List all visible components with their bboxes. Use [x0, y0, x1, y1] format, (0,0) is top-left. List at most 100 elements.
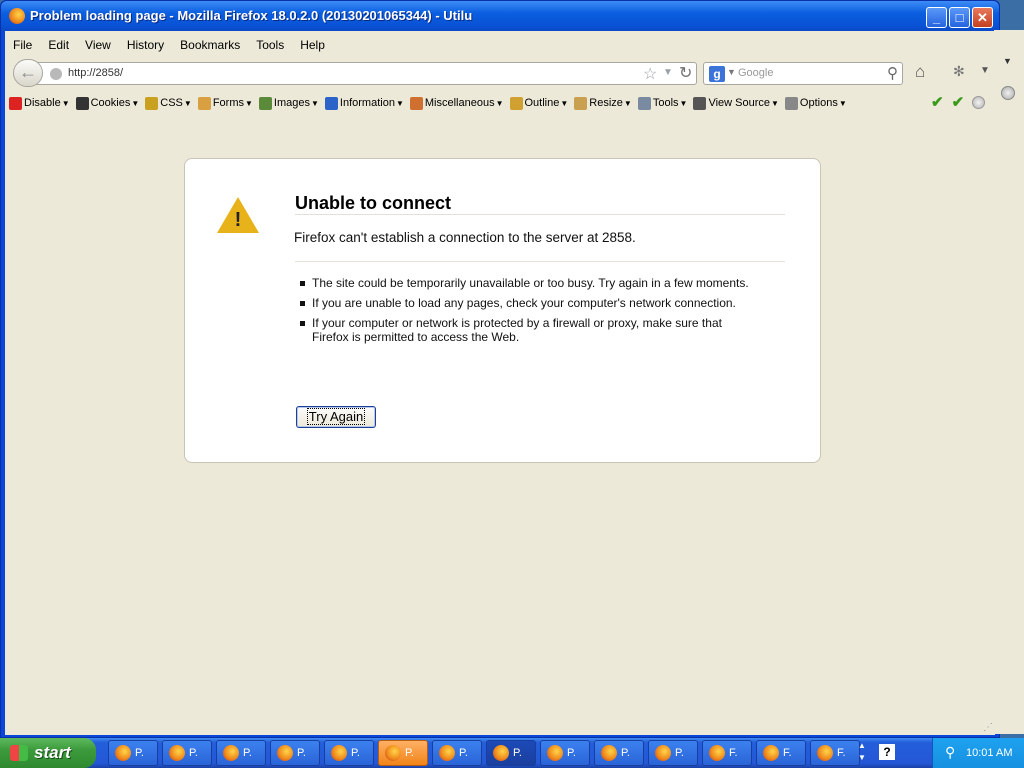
addon-icon[interactable]: ✻	[953, 63, 965, 80]
taskbar-buttons: P. P. P. P. P. P. P. P. P. P. P. F. F. F.	[108, 740, 864, 766]
menu-file[interactable]: File	[5, 35, 40, 55]
taskbar-button[interactable]: P.	[378, 740, 428, 766]
devbar-item-view-source[interactable]: View Source ▼	[693, 96, 779, 110]
try-again-button[interactable]: Try Again	[296, 406, 376, 428]
web-developer-toolbar: Disable ▼ Cookies ▼ CSS ▼ Forms ▼ Images ▼ Informa…	[9, 93, 853, 113]
search-icon[interactable]: ⚲	[887, 64, 898, 82]
url-bar[interactable]: http://2858/ ☆ ▼ ↻	[35, 62, 697, 85]
menu-edit[interactable]: Edit	[40, 35, 77, 55]
vertical-scrollbar[interactable]: ▼	[994, 30, 1024, 734]
taskbar-button-label: P.	[297, 747, 306, 759]
taskbar-button[interactable]: F.	[756, 740, 806, 766]
taskbar-button[interactable]: P.	[216, 740, 266, 766]
forms-icon	[197, 96, 211, 110]
title-bar[interactable]: Problem loading page - Mozilla Firefox 1…	[1, 1, 999, 31]
devbar-item-cookies[interactable]: Cookies ▼	[75, 96, 140, 110]
scroll-thumb[interactable]	[1001, 86, 1015, 100]
devbar-item-label: Options	[799, 97, 838, 109]
error-title: Unable to connect	[295, 193, 452, 213]
menu-history[interactable]: History	[119, 35, 172, 55]
help-icon[interactable]: ?	[879, 744, 895, 760]
menu-bookmarks[interactable]: Bookmarks	[172, 35, 248, 55]
firefox-icon	[385, 745, 401, 761]
devbar-item-miscellaneous[interactable]: Miscellaneous ▼	[409, 96, 504, 110]
dropdown-arrow-icon: ▼	[131, 98, 140, 108]
taskbar-button-label: P.	[513, 747, 522, 759]
tools-icon	[637, 96, 651, 110]
disable-icon	[9, 96, 22, 110]
taskbar-button[interactable]: P.	[594, 740, 644, 766]
dropdown-arrow-icon: ▼	[495, 98, 504, 108]
taskbar-button-label: P.	[675, 747, 684, 759]
dropdown-arrow-icon: ▼	[560, 98, 569, 108]
taskbar-scroll-icon[interactable]: ▲ ▼	[856, 740, 868, 766]
clock[interactable]: 10:01 AM	[966, 747, 1012, 759]
menu-tools[interactable]: Tools	[248, 35, 292, 55]
taskbar-button[interactable]: F.	[702, 740, 752, 766]
css-icon	[145, 96, 159, 110]
devbar-item-options[interactable]: Options ▼	[784, 96, 847, 110]
taskbar-button[interactable]: P.	[648, 740, 698, 766]
devbar-item-images[interactable]: Images ▼	[258, 96, 319, 110]
search-input[interactable]: Google	[738, 67, 773, 79]
url-history-dropdown-icon[interactable]: ▼	[663, 67, 673, 78]
devbar-item-label: Resize	[589, 97, 623, 109]
start-label: start	[34, 743, 71, 762]
firefox-icon	[115, 745, 131, 761]
toolbar-menu-icon[interactable]: ▼	[980, 65, 990, 76]
taskbar-button[interactable]: P.	[162, 740, 212, 766]
taskbar-button[interactable]: P.	[486, 740, 536, 766]
devbar-item-label: Forms	[212, 97, 244, 109]
taskbar-button[interactable]: F.	[810, 740, 860, 766]
menu-help[interactable]: Help	[292, 35, 333, 55]
devbar-item-resize[interactable]: Resize ▼	[574, 96, 632, 110]
devbar-item-information[interactable]: Information ▼	[324, 96, 404, 110]
firefox-icon	[817, 745, 833, 761]
engine-dropdown-icon[interactable]: ▼	[727, 67, 736, 77]
dropdown-arrow-icon: ▼	[61, 98, 70, 108]
taskbar-button[interactable]: P.	[432, 740, 482, 766]
devbar-item-css[interactable]: CSS ▼	[145, 96, 192, 110]
menu-view[interactable]: View	[77, 35, 119, 55]
firefox-icon	[547, 745, 563, 761]
start-button[interactable]: start	[0, 738, 96, 768]
validation-status: ✔ ✔	[931, 93, 986, 111]
taskbar: start P. P. P. P. P. P. P. P. P. P. P. F. F. F. ▲ ▼ ? …	[0, 738, 1024, 768]
taskbar-button-label: F.	[783, 747, 792, 759]
devbar-item-disable[interactable]: Disable ▼	[9, 96, 70, 110]
suggestion-item: If you are unable to load any pages, che…	[300, 296, 760, 310]
reload-icon[interactable]: ↻	[679, 63, 692, 83]
taskbar-button[interactable]: P.	[270, 740, 320, 766]
css-valid-check-icon[interactable]: ✔	[931, 93, 944, 111]
firefox-icon	[331, 745, 347, 761]
google-engine-icon[interactable]: g	[709, 66, 725, 82]
maximize-button[interactable]: □	[949, 7, 970, 28]
html-valid-check-icon[interactable]: ✔	[952, 93, 965, 111]
url-text[interactable]: http://2858/	[68, 67, 123, 79]
back-button[interactable]: ←	[13, 59, 43, 87]
firefox-icon[interactable]	[9, 8, 25, 24]
images-icon	[258, 96, 272, 110]
taskbar-button[interactable]: P.	[324, 740, 374, 766]
search-box[interactable]: g ▼ Google ⚲	[703, 62, 903, 85]
devbar-item-outline[interactable]: Outline ▼	[509, 96, 569, 110]
status-dot-icon[interactable]	[972, 95, 986, 109]
bookmark-star-icon[interactable]: ☆	[643, 64, 657, 84]
taskbar-button[interactable]: P.	[540, 740, 590, 766]
cookies-icon	[75, 96, 89, 110]
minimize-button[interactable]: _	[926, 7, 947, 28]
resize-icon	[574, 96, 588, 110]
dropdown-arrow-icon: ▼	[311, 98, 319, 108]
taskbar-button[interactable]: P.	[108, 740, 158, 766]
suggestion-item: If your computer or network is protected…	[300, 316, 760, 344]
close-button[interactable]: ✕	[972, 7, 993, 28]
scroll-up-icon[interactable]: ▼	[1003, 56, 1012, 66]
devbar-item-forms[interactable]: Forms ▼	[197, 96, 253, 110]
devbar-item-tools[interactable]: Tools ▼	[637, 96, 687, 110]
devbar-item-label: Disable	[24, 97, 61, 109]
system-tray: ⚲ 10:01 AM	[932, 738, 1024, 768]
home-icon[interactable]: ⌂	[915, 62, 925, 82]
search-tray-icon[interactable]: ⚲	[945, 744, 955, 761]
devbar-item-label: Cookies	[90, 97, 131, 109]
resize-grip-icon[interactable]: ⋰	[983, 722, 993, 733]
